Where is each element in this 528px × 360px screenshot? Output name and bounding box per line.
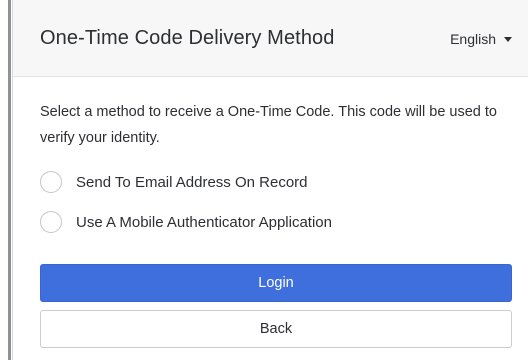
chevron-down-icon	[504, 37, 512, 42]
option-authenticator[interactable]: Use A Mobile Authenticator Application	[40, 211, 332, 233]
option-email[interactable]: Send To Email Address On Record	[40, 171, 308, 193]
language-selector[interactable]: English	[450, 31, 512, 47]
radio-email[interactable]	[40, 171, 62, 193]
option-email-label: Send To Email Address On Record	[76, 173, 308, 191]
left-edge-bar	[0, 0, 12, 360]
login-button[interactable]: Login	[40, 264, 512, 302]
instruction-text: Select a method to receive a One-Time Co…	[40, 104, 497, 146]
back-button[interactable]: Back	[40, 310, 512, 348]
option-authenticator-label: Use A Mobile Authenticator Application	[76, 213, 332, 231]
card-header: One-Time Code Delivery Method English	[13, 0, 528, 77]
page-title: One-Time Code Delivery Method	[40, 27, 335, 49]
otp-delivery-card: One-Time Code Delivery Method English Se…	[12, 0, 528, 360]
language-label: English	[450, 31, 496, 47]
page: One-Time Code Delivery Method English Se…	[0, 0, 528, 360]
radio-authenticator[interactable]	[40, 211, 62, 233]
